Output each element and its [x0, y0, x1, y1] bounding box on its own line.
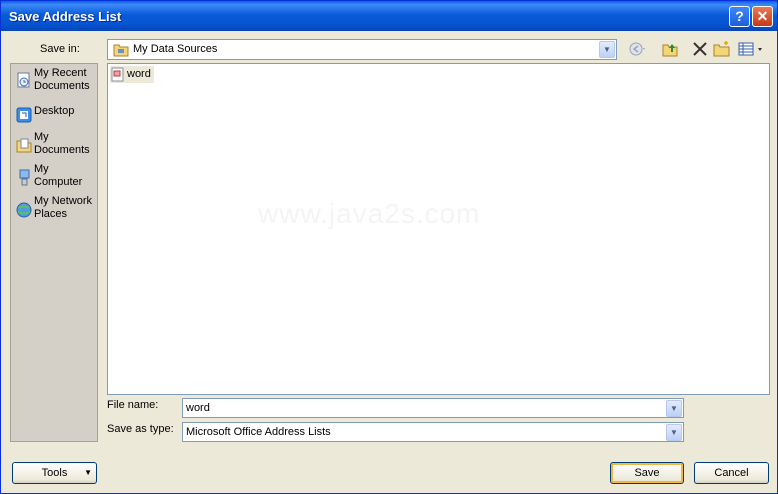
place-my-network-places[interactable]: My Network Places	[14, 195, 98, 225]
chevron-down-icon: ▼	[84, 468, 92, 477]
title-bar[interactable]: Save Address List ? ✕	[1, 1, 777, 31]
file-name-value: word	[186, 402, 210, 414]
file-name-dropdown-button[interactable]: ▼	[666, 400, 682, 417]
places-bar: My Recent Documents Desktop My Documents…	[10, 63, 98, 442]
window-title: Save Address List	[9, 9, 122, 24]
desktop-icon	[16, 107, 32, 123]
place-label: Desktop	[34, 105, 75, 117]
save-button[interactable]: Save	[610, 462, 684, 484]
tools-button-label: Tools	[41, 467, 68, 479]
save-address-list-dialog: Save Address List ? ✕ Save in: My Data S…	[0, 0, 778, 494]
place-label: My Computer	[34, 163, 83, 188]
file-list[interactable]: word www.java2s.com	[107, 63, 770, 395]
delete-icon[interactable]	[691, 40, 709, 58]
file-name-input[interactable]: word ▼	[182, 398, 684, 418]
save-in-dropdown-button[interactable]: ▼	[599, 41, 615, 58]
place-my-recent-documents[interactable]: My Recent Documents	[14, 67, 98, 97]
back-icon[interactable]	[628, 40, 646, 58]
watermark: www.java2s.com	[258, 198, 481, 229]
save-as-type-value: Microsoft Office Address Lists	[186, 426, 331, 438]
place-my-computer[interactable]: My Computer	[14, 163, 98, 193]
cancel-button[interactable]: Cancel	[694, 462, 769, 484]
up-folder-icon[interactable]	[661, 40, 679, 58]
network-places-icon	[16, 201, 32, 218]
close-button[interactable]: ✕	[752, 6, 773, 27]
my-documents-icon	[16, 137, 32, 153]
place-my-documents[interactable]: My Documents	[14, 131, 98, 161]
views-icon[interactable]	[738, 40, 762, 58]
save-in-label: Save in:	[40, 43, 80, 55]
place-label: My Recent Documents	[34, 67, 90, 92]
help-button[interactable]: ?	[729, 6, 750, 27]
save-in-value: My Data Sources	[133, 43, 218, 55]
save-in-combo[interactable]: My Data Sources ▼	[107, 39, 617, 60]
my-computer-icon	[16, 169, 32, 186]
place-label: My Network Places	[34, 195, 93, 220]
save-as-type-dropdown-button[interactable]: ▼	[666, 424, 682, 441]
folder-icon	[113, 42, 129, 60]
tools-button[interactable]: Tools ▼	[12, 462, 97, 484]
place-label: My Documents	[34, 131, 90, 156]
save-as-type-select[interactable]: Microsoft Office Address Lists ▼	[182, 422, 684, 442]
save-as-type-label: Save as type:	[107, 423, 174, 435]
file-name-label: File name:	[107, 399, 159, 411]
new-folder-icon[interactable]	[713, 40, 731, 58]
file-name-text: word	[127, 68, 151, 80]
list-item[interactable]: word	[110, 66, 154, 83]
address-list-file-icon	[111, 67, 125, 82]
recent-documents-icon	[16, 71, 32, 88]
